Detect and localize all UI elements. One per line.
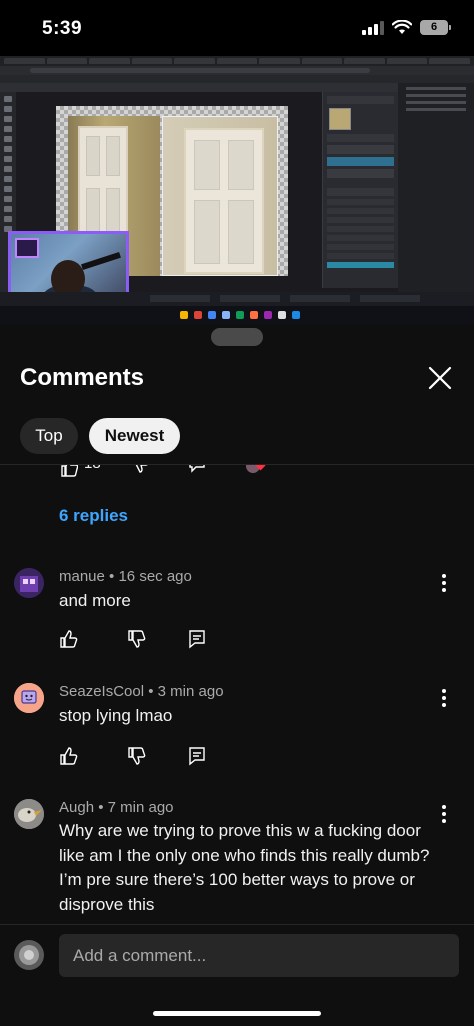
- comment-item: SeazeIsCool • 3 min ago stop lying lmao: [0, 683, 474, 783]
- comment-author[interactable]: manue: [59, 568, 105, 585]
- comment-meta: Augh • 7 min ago: [59, 799, 174, 816]
- divider: [0, 924, 474, 925]
- comment-text: Why are we trying to prove this w a fuck…: [59, 821, 430, 914]
- editor-layers-panel: [322, 92, 398, 288]
- like-icon[interactable]: [59, 746, 79, 766]
- comment-age: 7 min ago: [107, 799, 174, 816]
- file-taskbar: [0, 292, 474, 306]
- home-indicator[interactable]: [153, 1011, 321, 1016]
- browser-tab-strip: [0, 56, 474, 66]
- sheet-drag-handle[interactable]: [211, 328, 263, 346]
- avatar[interactable]: [14, 683, 44, 713]
- partial-action-row: 18: [0, 465, 474, 477]
- comment-meta: manue • 16 sec ago: [59, 568, 192, 585]
- microphone: [81, 251, 121, 271]
- dislike-icon[interactable]: [127, 629, 147, 649]
- comment-text: and more: [59, 591, 131, 610]
- comment-author[interactable]: SeazeIsCool: [59, 683, 144, 700]
- avatar[interactable]: [14, 799, 44, 829]
- sort-chip-top[interactable]: Top: [20, 418, 78, 454]
- video-player[interactable]: [0, 56, 474, 324]
- close-icon: [428, 366, 452, 390]
- comment-age: 3 min ago: [157, 683, 224, 700]
- reply-icon[interactable]: [187, 629, 207, 649]
- like-count: 18: [84, 465, 101, 472]
- os-taskbar: [0, 306, 474, 324]
- more-options-icon[interactable]: [434, 687, 454, 711]
- battery-icon: 6: [420, 20, 451, 35]
- status-icons: 6: [362, 20, 451, 35]
- avatar[interactable]: [14, 568, 44, 598]
- editor-ad-panel: [398, 83, 474, 293]
- comment-meta: SeazeIsCool • 3 min ago: [59, 683, 224, 700]
- comment-text: stop lying lmao: [59, 706, 173, 725]
- comment-author[interactable]: Augh: [59, 799, 94, 816]
- comment-input[interactable]: [59, 934, 459, 977]
- creator-avatar-heart: [246, 465, 266, 475]
- dislike-icon[interactable]: [130, 465, 148, 473]
- door-right: [184, 128, 264, 274]
- avatar: [14, 940, 44, 970]
- comments-title: Comments: [20, 364, 145, 391]
- like-icon[interactable]: [60, 465, 78, 477]
- dislike-icon[interactable]: [127, 746, 147, 766]
- like-icon[interactable]: [59, 629, 79, 649]
- comment-item: manue • 16 sec ago and more: [0, 568, 474, 668]
- comment-item: Augh • 7 min ago Why are we trying to pr…: [0, 799, 474, 919]
- cellular-signal-icon: [362, 20, 384, 35]
- reply-icon[interactable]: [188, 465, 206, 473]
- view-replies-link[interactable]: 6 replies: [59, 506, 128, 526]
- more-options-icon[interactable]: [434, 572, 454, 596]
- status-time: 5:39: [42, 18, 83, 39]
- streamer-logo: [15, 238, 39, 258]
- comment-age: 16 sec ago: [118, 568, 192, 585]
- more-options-icon[interactable]: [434, 803, 454, 827]
- sort-chip-newest[interactable]: Newest: [89, 418, 180, 454]
- reply-icon[interactable]: [187, 746, 207, 766]
- editor-menu-bar: [0, 75, 474, 83]
- status-bar: 5:39 6: [0, 0, 474, 56]
- close-button[interactable]: [424, 362, 456, 394]
- wifi-icon: [392, 20, 412, 34]
- browser-address-bar: [0, 66, 474, 75]
